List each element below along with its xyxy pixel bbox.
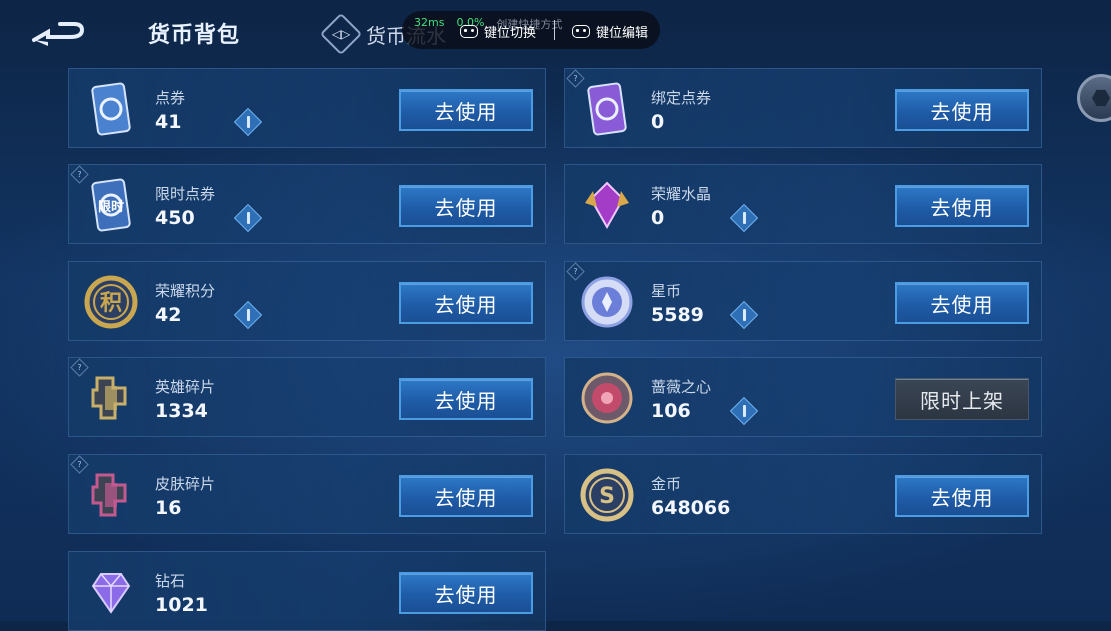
currency-value: 648066	[651, 497, 731, 519]
use-button[interactable]: 去使用	[399, 282, 533, 324]
use-button[interactable]: 去使用	[895, 185, 1029, 227]
add-currency-button[interactable]	[729, 203, 759, 233]
add-currency-button[interactable]	[233, 107, 263, 137]
page-title: 货币背包	[148, 23, 241, 48]
plus-icon	[233, 203, 263, 233]
rose-heart-icon	[579, 370, 635, 426]
plus-icon	[729, 300, 759, 330]
coupon-icon	[83, 81, 139, 137]
plus-icon	[729, 396, 759, 426]
add-currency-button[interactable]	[233, 300, 263, 330]
currency-card: ? 星币 5589 去使用	[564, 261, 1042, 341]
currency-flow-icon: ◁▷	[319, 12, 363, 56]
plus-icon	[729, 203, 759, 233]
diamond-icon	[83, 564, 139, 620]
currency-card: S 金币 648066 去使用	[564, 454, 1042, 534]
ping-text: 32ms	[414, 16, 445, 29]
use-button[interactable]: 去使用	[895, 475, 1029, 517]
currency-name: 限时点券	[155, 185, 216, 203]
divider	[554, 20, 555, 40]
currency-value: 106	[651, 400, 691, 422]
gamepad-icon	[572, 25, 590, 38]
currency-card: ? 英雄碎片 1334 去使用	[68, 357, 546, 437]
add-currency-button[interactable]	[729, 300, 759, 330]
currency-card: ? 限时 限时点券 450 去使用	[68, 164, 546, 244]
use-button[interactable]: 去使用	[399, 89, 533, 131]
back-button[interactable]	[30, 18, 88, 48]
currency-value: 1334	[155, 400, 208, 422]
currency-name: 英雄碎片	[155, 378, 216, 396]
key-switch-label: 键位切换	[484, 26, 537, 41]
currency-value: 42	[155, 304, 182, 326]
currency-name: 荣耀积分	[155, 282, 216, 300]
currency-card: 点券 41 去使用	[68, 68, 546, 148]
currency-value: 41	[155, 111, 182, 133]
currency-value: 1021	[155, 594, 208, 616]
gold-coin-icon: S	[579, 467, 635, 523]
currency-value: 450	[155, 207, 195, 229]
limited-listing-button[interactable]: 限时上架	[895, 378, 1029, 420]
limited-coupon-icon: 限时	[83, 177, 139, 233]
currency-card: 积 荣耀积分 42 去使用	[68, 261, 546, 341]
currency-name: 蔷薇之心	[651, 378, 712, 396]
currency-name: 荣耀水晶	[651, 185, 712, 203]
glory-crystal-icon	[579, 177, 635, 233]
use-button[interactable]: 去使用	[399, 185, 533, 227]
currency-value: 16	[155, 497, 182, 519]
skin-shard-icon	[83, 467, 139, 523]
add-currency-button[interactable]	[729, 396, 759, 426]
use-button[interactable]: 去使用	[895, 89, 1029, 131]
star-coin-icon	[579, 274, 635, 330]
key-mapping-overlay: 32ms 0.0% 创建快捷方式 键位切换 键位编辑	[402, 11, 660, 49]
gamepad-icon	[460, 25, 478, 38]
currency-value: 0	[651, 207, 665, 229]
hexagon-icon	[1092, 89, 1110, 107]
currency-value: 0	[651, 111, 665, 133]
key-edit-label: 键位编辑	[596, 26, 649, 41]
currency-card: 蔷薇之心 106 限时上架	[564, 357, 1042, 437]
side-menu-button[interactable]	[1077, 74, 1111, 122]
plus-icon	[233, 300, 263, 330]
use-button[interactable]: 去使用	[399, 378, 533, 420]
currency-name: 金币	[651, 475, 682, 493]
currency-card: ? 绑定点券 0 去使用	[564, 68, 1042, 148]
glory-points-icon: 积	[83, 274, 139, 330]
currency-name: 钻石	[155, 572, 186, 590]
bound-coupon-icon	[579, 81, 635, 137]
currency-name: 绑定点券	[651, 89, 712, 107]
currency-name: 皮肤碎片	[155, 475, 216, 493]
key-switch-button[interactable]: 键位切换	[460, 22, 536, 41]
currency-name: 点券	[155, 89, 186, 107]
currency-card: 钻石 1021 去使用	[68, 551, 546, 631]
currency-value: 5589	[651, 304, 704, 326]
use-button[interactable]: 去使用	[399, 475, 533, 517]
add-currency-button[interactable]	[233, 203, 263, 233]
svg-text:S: S	[599, 484, 615, 509]
key-edit-button[interactable]: 键位编辑	[572, 22, 648, 41]
use-button[interactable]: 去使用	[399, 572, 533, 614]
use-button[interactable]: 去使用	[895, 282, 1029, 324]
svg-text:积: 积	[100, 291, 122, 316]
currency-name: 星币	[651, 282, 682, 300]
hero-shard-icon	[83, 370, 139, 426]
svg-text:限时: 限时	[98, 199, 124, 215]
currency-card: 荣耀水晶 0 去使用	[564, 164, 1042, 244]
back-arrow-icon	[32, 22, 85, 46]
currency-card: ? 皮肤碎片 16 去使用	[68, 454, 546, 534]
plus-icon	[233, 107, 263, 137]
